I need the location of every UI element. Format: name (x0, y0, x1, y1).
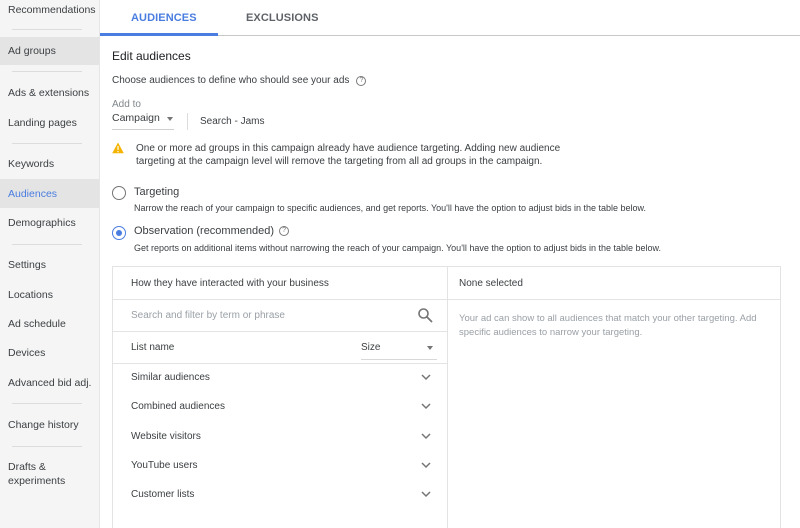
sidebar-item-ads-extensions[interactable]: Ads & extensions (0, 86, 99, 100)
category-row-customer-lists[interactable]: Customer lists (113, 485, 447, 507)
search-input[interactable]: Search and filter by term or phrase (131, 310, 285, 321)
vertical-divider (187, 113, 188, 130)
category-label: Customer lists (131, 489, 195, 500)
category-label: YouTube users (131, 460, 198, 471)
dropdown-caret-icon (166, 117, 173, 121)
observation-option-title: Observation (recommended) ? (134, 225, 290, 237)
selected-panel-header: None selected (448, 267, 780, 300)
browse-panel-header: How they have interacted with your busin… (113, 267, 447, 300)
sidebar-item-recommendations[interactable]: Recommendations (0, 3, 99, 17)
page-title: Edit audiences (112, 49, 191, 63)
observation-label: Observation (recommended) (134, 225, 275, 237)
category-label: Similar audiences (131, 372, 210, 383)
help-icon[interactable]: ? (279, 226, 290, 236)
sidebar-item-ad-schedule[interactable]: Ad schedule (0, 317, 99, 331)
selected-panel-description: Your ad can show to all audiences that m… (459, 313, 757, 338)
tab-bar: AUDIENCES EXCLUSIONS (100, 0, 800, 36)
search-icon[interactable] (417, 307, 433, 323)
sidebar-nav: Recommendations Ad groups Ads & extensio… (0, 0, 100, 528)
category-row-similar-audiences[interactable]: Similar audiences (113, 368, 447, 390)
size-column-label: Size (361, 342, 381, 353)
category-label: Combined audiences (131, 401, 225, 412)
size-column-select[interactable]: Size (361, 342, 437, 360)
targeting-option-description: Narrow the reach of your campaign to spe… (134, 203, 647, 213)
dropdown-caret-icon (427, 346, 433, 350)
active-tab-indicator (100, 33, 218, 36)
chevron-down-icon[interactable] (421, 374, 431, 381)
sidebar-divider (12, 29, 82, 30)
add-to-label: Add to (112, 99, 141, 110)
help-icon[interactable]: ? (356, 75, 367, 86)
chevron-down-icon[interactable] (421, 433, 431, 440)
category-row-youtube-users[interactable]: YouTube users (113, 456, 447, 478)
category-row-website-visitors[interactable]: Website visitors (113, 427, 447, 449)
sidebar-divider (12, 244, 82, 245)
sidebar-divider (12, 446, 82, 447)
selected-panel-title: None selected (459, 278, 523, 289)
sidebar-item-ad-groups[interactable]: Ad groups (0, 37, 99, 65)
category-row-combined-audiences[interactable]: Combined audiences (113, 397, 447, 419)
sidebar-item-audiences[interactable]: Audiences (0, 179, 99, 208)
column-list-name: List name (131, 342, 175, 353)
targeting-radio[interactable] (112, 186, 126, 200)
sidebar-item-keywords[interactable]: Keywords (0, 157, 99, 171)
subtitle-text: Choose audiences to define who should se… (112, 75, 350, 86)
observation-radio[interactable] (112, 226, 126, 240)
warning-triangle-icon (112, 142, 124, 154)
sidebar-item-locations[interactable]: Locations (0, 288, 99, 302)
browse-audiences-panel: How they have interacted with your busin… (112, 266, 448, 528)
page-subtitle: Choose audiences to define who should se… (112, 75, 367, 86)
sidebar-divider (12, 143, 82, 144)
selected-audiences-panel: None selected Your ad can show to all au… (447, 266, 781, 528)
tab-exclusions[interactable]: EXCLUSIONS (246, 12, 319, 24)
sidebar-item-demographics[interactable]: Demographics (0, 216, 99, 230)
targeting-label: Targeting (134, 186, 180, 198)
sidebar-item-advanced-bid-adj[interactable]: Advanced bid adj. (0, 376, 99, 390)
browse-panel-title: How they have interacted with your busin… (131, 278, 329, 289)
warning-banner: One or more ad groups in this campaign a… (112, 142, 576, 168)
add-to-select[interactable]: Campaign (112, 112, 174, 130)
sidebar-divider (12, 403, 82, 404)
chevron-down-icon[interactable] (421, 403, 431, 410)
tab-audiences[interactable]: AUDIENCES (131, 12, 197, 24)
add-to-select-value: Campaign (112, 112, 160, 124)
sidebar-item-change-history[interactable]: Change history (0, 418, 99, 432)
chevron-down-icon[interactable] (421, 491, 431, 498)
chevron-down-icon[interactable] (421, 462, 431, 469)
sidebar-divider (12, 71, 82, 72)
sidebar-item-devices[interactable]: Devices (0, 346, 99, 360)
targeting-option-title: Targeting (134, 186, 179, 198)
sidebar-item-settings[interactable]: Settings (0, 258, 99, 272)
observation-option-description: Get reports on additional items without … (134, 243, 662, 253)
warning-text: One or more ad groups in this campaign a… (136, 143, 561, 167)
campaign-name: Search - Jams (200, 116, 265, 127)
sidebar-item-landing-pages[interactable]: Landing pages (0, 116, 99, 130)
category-label: Website visitors (131, 431, 201, 442)
sidebar-item-drafts-experiments[interactable]: Drafts & experiments (0, 460, 70, 488)
